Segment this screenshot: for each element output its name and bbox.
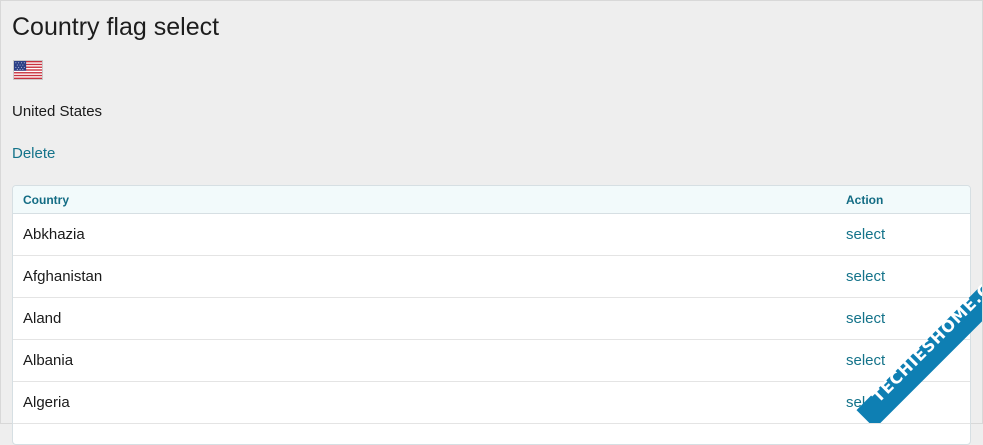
select-link[interactable]: select	[846, 226, 885, 243]
country-name-cell: Aland	[13, 297, 832, 340]
country-name-cell: Afghanistan	[13, 255, 832, 298]
select-link[interactable]: select	[846, 352, 885, 369]
page-title: Country flag select	[12, 13, 220, 41]
select-link[interactable]: select	[846, 310, 885, 327]
country-table: Country Action Abkhazia select Afghanist…	[12, 185, 971, 445]
selected-country-name: United States	[12, 103, 103, 120]
column-header-country[interactable]: Country	[13, 186, 832, 214]
select-link[interactable]: select	[846, 268, 885, 285]
delete-link[interactable]: Delete	[12, 145, 55, 163]
action-cell: select	[832, 381, 970, 424]
us-flag-icon	[13, 60, 43, 80]
country-name-cell: Abkhazia	[13, 213, 832, 256]
table-row: Albania select	[13, 339, 970, 382]
action-cell: select	[832, 255, 970, 298]
table-row: Afghanistan select	[13, 255, 970, 298]
action-cell: select	[832, 213, 970, 256]
table-header-row: Country Action	[13, 186, 970, 214]
select-link[interactable]: select	[846, 394, 885, 411]
table-row: Aland select	[13, 297, 970, 340]
action-cell: select	[832, 297, 970, 340]
country-name-cell: Albania	[13, 339, 832, 382]
table-row: Abkhazia select	[13, 213, 970, 256]
action-cell: select	[832, 339, 970, 382]
column-header-action: Action	[832, 186, 970, 214]
country-name-cell: Algeria	[13, 381, 832, 424]
table-row: Algeria select	[13, 381, 970, 424]
